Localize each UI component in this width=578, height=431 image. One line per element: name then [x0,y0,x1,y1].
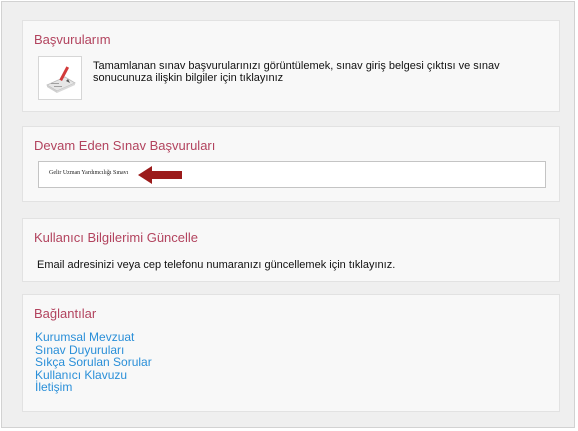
document-pencil-icon[interactable] [38,56,82,100]
kullanici-title[interactable]: Kullanıcı Bilgilerimi Güncelle [34,230,198,245]
red-arrow-left-icon [138,166,182,184]
ongoing-application-box: Gelir Uzman Yardımcılığı Sınavı [38,161,546,188]
ongoing-application-link[interactable]: Gelir Uzman Yardımcılığı Sınavı [49,170,128,176]
links-list: Kurumsal Mevzuat Sınav Duyuruları Sıkça … [35,331,152,394]
kullanici-description[interactable]: Email adresinizi veya cep telefonu numar… [37,259,395,271]
basvurularim-description[interactable]: Tamamlanan sınav başvurularınızı görüntü… [93,60,533,84]
devam-eden-title: Devam Eden Sınav Başvuruları [34,138,216,153]
link-sikca-sorulan-sorular[interactable]: Sıkça Sorulan Sorular [35,356,152,369]
basvurularim-panel: Başvurularım Tamamlanan sınav başvurular… [22,20,560,112]
devam-eden-panel: Devam Eden Sınav Başvuruları Gelir Uzman… [22,126,560,202]
baglantilar-panel: Bağlantılar Kurumsal Mevzuat Sınav Duyur… [22,294,560,412]
link-kurumsal-mevzuat[interactable]: Kurumsal Mevzuat [35,331,152,344]
kullanici-panel: Kullanıcı Bilgilerimi Güncelle Email adr… [22,218,560,282]
content-frame: Başvurularım Tamamlanan sınav başvurular… [1,1,575,428]
basvurularim-title[interactable]: Başvurularım [34,32,111,47]
link-iletisim[interactable]: İletişim [35,381,152,394]
baglantilar-title: Bağlantılar [34,306,97,321]
